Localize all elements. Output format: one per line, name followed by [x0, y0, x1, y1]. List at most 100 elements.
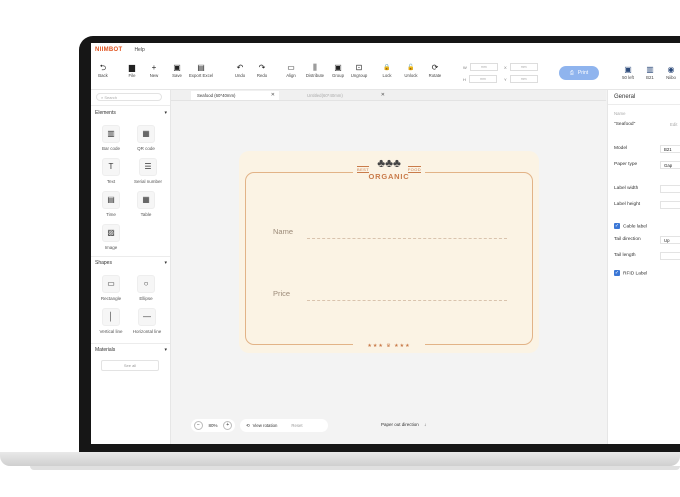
name-value: "Seafood": [614, 122, 636, 127]
label-roll-status[interactable]: ▣ 50 left: [616, 65, 640, 80]
label-height-input[interactable]: mm: [660, 201, 680, 209]
name-field-label[interactable]: Name: [273, 227, 293, 236]
cable-label-checkbox[interactable]: ✓ Cable label: [614, 223, 647, 229]
close-icon[interactable]: ✕: [271, 91, 275, 100]
tail-length-input[interactable]: mm: [660, 252, 680, 260]
search-input[interactable]: ⌕ Search: [96, 93, 162, 101]
file-button[interactable]: ▆ File: [120, 63, 144, 78]
ungroup-button[interactable]: ⊡ Ungroup: [346, 63, 372, 78]
distribute-icon: ⫼: [313, 63, 317, 72]
x-field[interactable]: Xmm: [504, 63, 538, 71]
tab-seafood[interactable]: Seafood (60*40mm) ✕: [191, 91, 279, 100]
export-excel-button[interactable]: ▤ Export Excel: [188, 63, 214, 78]
redo-icon: ↷: [258, 63, 266, 72]
elements-section-header[interactable]: Elements ▾: [95, 110, 167, 116]
model-select[interactable]: B21: [660, 145, 680, 153]
save-button[interactable]: ▣ Save: [165, 63, 189, 78]
shapes-section-header[interactable]: Shapes ▾: [95, 260, 167, 266]
redo-button[interactable]: ↷ Redo: [250, 63, 274, 78]
text-icon: T: [102, 158, 120, 176]
properties-panel: General Name "Seafood" Edit Model B21 Pa…: [607, 90, 680, 444]
element-serial-number[interactable]: ☰ Serial number: [129, 158, 167, 184]
barcode-icon: ▥: [102, 125, 120, 143]
shape-ellipse[interactable]: ○ Ellipse: [129, 275, 163, 301]
zoom-in-button[interactable]: +: [223, 421, 233, 430]
shape-vertical-line[interactable]: │ Vertical line: [94, 308, 128, 334]
save-icon: ▣: [173, 63, 181, 72]
edit-name-link[interactable]: Edit: [670, 122, 677, 127]
element-time[interactable]: ▤ Time: [94, 191, 128, 217]
serial-number-icon: ☰: [139, 158, 157, 176]
checkbox-checked-icon: ✓: [614, 270, 620, 276]
tail-length-label: Tail length: [614, 253, 636, 258]
new-button[interactable]: + New: [142, 63, 166, 78]
element-text[interactable]: T Text: [94, 158, 128, 184]
back-button[interactable]: ⮌ Back: [91, 63, 115, 78]
divider: [91, 256, 170, 257]
align-icon: ▭: [287, 63, 295, 72]
tab-untitled[interactable]: Untitled(60*40mm) ✕: [301, 91, 389, 100]
brand-logo: NIIMBOT: [95, 46, 123, 53]
element-barcode[interactable]: ▥ Bar code: [94, 125, 128, 151]
view-rotation-control: ⟲ View rotation Reset: [240, 419, 328, 432]
document-tabs: Seafood (60*40mm) ✕ Untitled(60*40mm) ✕: [171, 90, 606, 101]
close-icon[interactable]: ✕: [381, 91, 385, 100]
zoom-control: − 80% +: [191, 419, 235, 432]
see-all-button[interactable]: See all: [101, 360, 159, 371]
element-qr-code[interactable]: ▦ QR code: [129, 125, 163, 151]
view-rotation-button[interactable]: View rotation: [253, 423, 278, 428]
reset-button[interactable]: Reset: [291, 423, 302, 428]
qr-code-icon: ▦: [137, 125, 155, 143]
shape-horizontal-line[interactable]: — Horizontal line: [127, 308, 167, 334]
zoom-level: 80%: [208, 423, 218, 428]
distribute-button[interactable]: ⫼ Distribute: [301, 63, 329, 78]
price-dashed-line[interactable]: [307, 300, 507, 301]
tail-direction-select[interactable]: Up: [660, 236, 680, 244]
price-field-label[interactable]: Price: [273, 289, 290, 298]
lock-icon: 🔒: [383, 65, 391, 71]
horizontal-line-icon: —: [138, 308, 156, 326]
left-panel: ⌕ Search Elements ▾ ▥ Bar code ▦ QR code TT…: [91, 90, 171, 444]
paper-type-select[interactable]: Gap: [660, 161, 680, 169]
organic-logo[interactable]: ♣♣♣ BEST FOOD ORGANIC: [353, 157, 425, 191]
unlock-button[interactable]: 🔓 Unlock: [399, 63, 423, 78]
arrow-down-icon: ↓: [424, 422, 427, 427]
paper-out-direction: Paper out direction ↓: [381, 422, 427, 427]
divider: [91, 343, 170, 344]
label-width-label: Label width: [614, 186, 639, 191]
ellipse-icon: ○: [137, 275, 155, 293]
menu-help[interactable]: Help: [134, 47, 144, 53]
element-table[interactable]: ▦ Table: [129, 191, 163, 217]
tail-direction-label: Tail direction: [614, 237, 641, 242]
print-button[interactable]: ⎙ Print: [559, 66, 599, 80]
divider: [91, 105, 170, 106]
rotate-view-icon: ⟲: [246, 422, 250, 428]
element-image[interactable]: ▨ Image: [94, 224, 128, 250]
zoom-out-button[interactable]: −: [193, 421, 203, 430]
align-button[interactable]: ▭ Align: [279, 63, 303, 78]
height-field[interactable]: Hmm: [463, 75, 497, 83]
label-canvas[interactable]: ♣♣♣ BEST FOOD ORGANIC Name Price ★★★ ♛ ★…: [239, 151, 539, 353]
lock-button[interactable]: 🔒 Lock: [375, 63, 399, 78]
divider: [608, 104, 680, 105]
rotate-button[interactable]: ⟳ Rotate: [423, 63, 447, 78]
shape-rectangle[interactable]: ▭ Rectangle: [94, 275, 128, 301]
materials-section-header[interactable]: Materials ▾: [95, 347, 167, 353]
label-height-label: Label height: [614, 202, 641, 207]
undo-icon: ↶: [236, 63, 244, 72]
rfid-label-checkbox[interactable]: ✓ RFID Label: [614, 270, 647, 276]
y-field[interactable]: Ymm: [504, 75, 538, 83]
menu-bar: NIIMBOT Help: [91, 43, 680, 56]
user-menu[interactable]: ◉ Niibo: [659, 65, 680, 80]
time-icon: ▤: [102, 191, 120, 209]
laptop-base: [0, 452, 680, 466]
name-dashed-line[interactable]: [307, 238, 507, 239]
label-width-input[interactable]: mm: [660, 185, 680, 193]
width-field[interactable]: Wmm: [463, 63, 498, 71]
stars-ornament[interactable]: ★★★ ♛ ★★★: [353, 339, 425, 353]
model-label: Model: [614, 146, 628, 151]
name-label: Name: [614, 111, 626, 116]
file-icon: ▆: [128, 63, 136, 72]
undo-button[interactable]: ↶ Undo: [228, 63, 252, 78]
rectangle-icon: ▭: [102, 275, 120, 293]
